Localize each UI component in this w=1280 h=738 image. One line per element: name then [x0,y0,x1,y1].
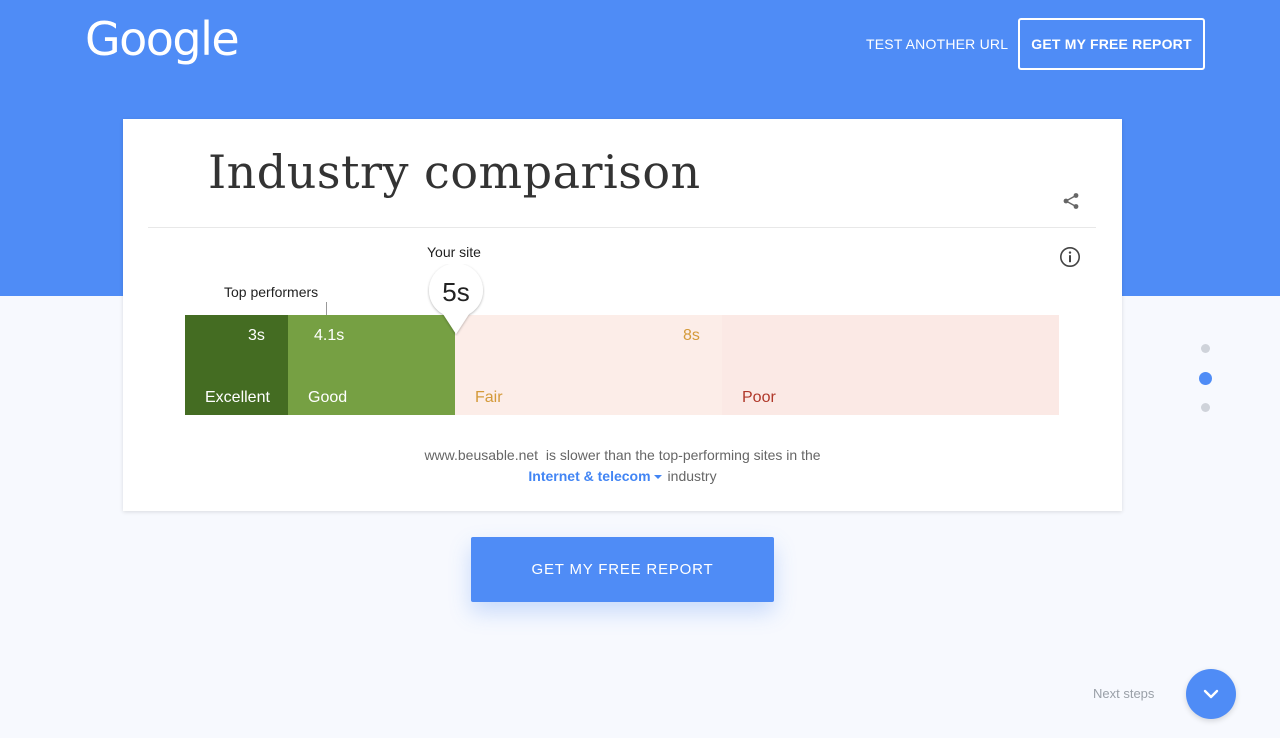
segment-poor-label: Poor [742,389,776,406]
segment-good-threshold: 4.1s [314,327,345,344]
segment-fair-threshold: 8s [683,327,700,344]
info-icon[interactable] [1059,246,1081,268]
pager-dot-3[interactable] [1201,403,1210,412]
header-get-report-button[interactable]: GET MY FREE REPORT [1018,18,1205,70]
summary-text-2: industry [667,468,717,484]
industry-comparison-card: Industry comparison Your site Top perfor… [123,119,1122,511]
caret-down-icon[interactable] [653,475,662,480]
your-site-value: 5s [442,277,470,307]
next-steps-label: Next steps [1093,686,1155,701]
next-steps-button[interactable] [1186,669,1236,719]
segment-excellent-label: Excellent [205,389,270,406]
segment-excellent-threshold: 3s [248,327,265,344]
industry-dropdown[interactable]: Internet & telecom [528,468,650,484]
segment-fair: 8s Fair [455,315,722,415]
segment-excellent: 3s Excellent [185,315,288,415]
top-performers-tick [326,302,327,316]
share-icon[interactable] [1061,191,1081,211]
get-report-cta-button[interactable]: GET MY FREE REPORT [471,537,774,602]
test-another-url-link[interactable]: TEST ANOTHER URL [866,36,1008,52]
top-performers-label: Top performers [224,284,319,300]
pager-dot-1[interactable] [1201,344,1210,353]
summary-text-1: is slower than the top-performing sites … [545,447,821,463]
your-site-label: Your site [427,244,481,260]
segment-good-label: Good [308,389,348,406]
summary-line-1: www.beusable.net is slower than the top-… [123,447,1122,463]
segment-fair-label: Fair [475,389,503,406]
pager-dot-2-active[interactable] [1199,372,1212,385]
card-title: Industry comparison [208,145,701,199]
summary-site: www.beusable.net [424,447,539,463]
segment-poor: Poor [722,315,1059,415]
google-logo[interactable]: Google [85,12,240,66]
summary-line-2: Internet & telecom industry [123,468,1122,484]
card-divider [148,227,1096,228]
chevron-down-icon [1203,689,1219,699]
